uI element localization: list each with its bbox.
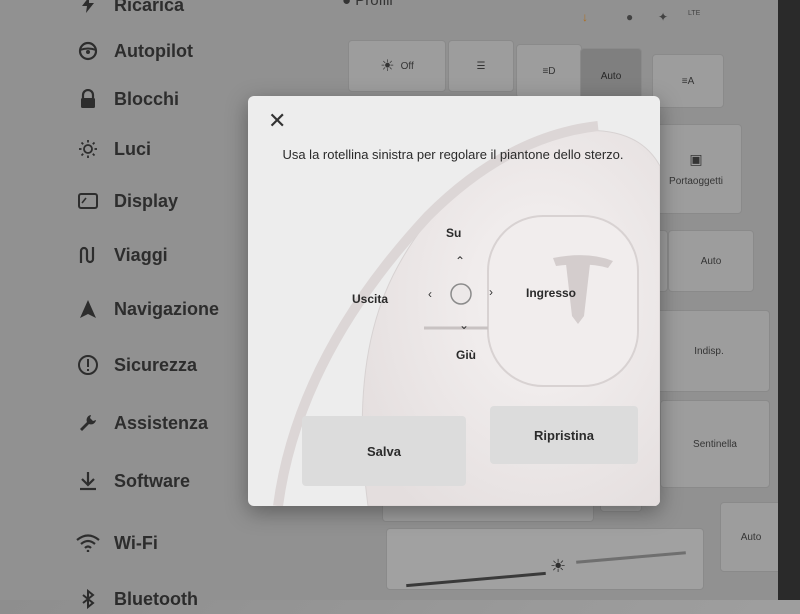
label-down: Giù xyxy=(456,348,476,362)
chevron-left-icon[interactable]: ‹ xyxy=(428,287,432,301)
steering-column-dialog: ✕ Usa la rotellina sinistra per regolare… xyxy=(248,96,660,506)
screen-bezel xyxy=(778,0,800,600)
label-up: Su xyxy=(446,226,462,240)
close-icon[interactable]: ✕ xyxy=(268,108,286,134)
dialog-message: Usa la rotellina sinistra per regolare i… xyxy=(282,147,624,162)
touchscreen: ● Profili ↓ ● ✦ LTE Ricarica Autopilot B… xyxy=(0,0,782,609)
chevron-right-icon[interactable]: › xyxy=(489,285,493,299)
reset-button[interactable]: Ripristina xyxy=(490,406,638,464)
chevron-down-icon[interactable]: ⌄ xyxy=(459,318,469,332)
chevron-up-icon[interactable]: ⌃ xyxy=(455,254,465,268)
label-enter: Ingresso xyxy=(526,286,577,300)
label-exit: Uscita xyxy=(352,292,389,306)
save-button[interactable]: Salva xyxy=(302,416,466,486)
